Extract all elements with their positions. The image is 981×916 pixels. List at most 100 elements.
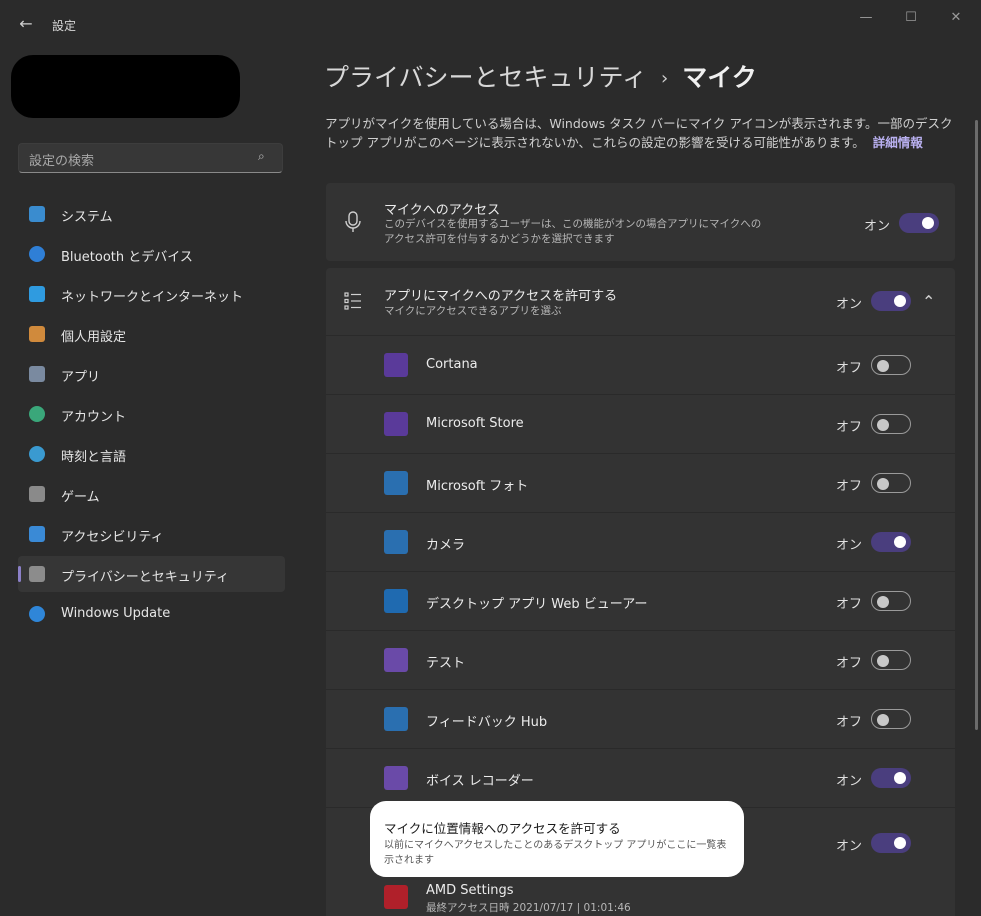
apps-icon xyxy=(29,366,45,382)
sidebar-item-system[interactable]: システム xyxy=(18,196,285,232)
app-name: Microsoft Store xyxy=(426,416,524,431)
sidebar-nav: システム Bluetooth とデバイスネットワークとインターネット 個人用設定アプ… xyxy=(18,196,285,636)
desktop-access-title: マイクに位置情報へのアクセスを許可する xyxy=(384,821,621,836)
sidebar-item-label: アプリ xyxy=(61,370,101,385)
app-access-header-row[interactable]: アプリにマイクへのアクセスを許可する マイクにアクセスできるアプリを選ぶ オン … xyxy=(326,268,955,336)
sidebar-item-label: ネットワークとインターネット xyxy=(61,290,244,305)
test-icon xyxy=(384,648,408,672)
sidebar-item-label: 個人用設定 xyxy=(61,330,127,345)
bluetooth-icon xyxy=(29,246,45,262)
feedback-hub-icon xyxy=(384,707,408,731)
app-name: Microsoft フォト xyxy=(426,479,529,494)
breadcrumb: プライバシーとセキュリティ › マイク xyxy=(324,58,757,94)
app-row: テスト オフ xyxy=(326,630,955,690)
paintbrush-icon xyxy=(29,326,45,342)
app-toggle[interactable] xyxy=(871,591,911,611)
windows-update-icon xyxy=(29,606,45,622)
sidebar-item-account[interactable]: アカウント xyxy=(18,396,285,432)
sidebar-item-label: アクセシビリティ xyxy=(61,530,164,545)
cortana-icon xyxy=(384,353,408,377)
selection-indicator xyxy=(18,566,21,582)
sidebar-item-gamepad[interactable]: ゲーム xyxy=(18,476,285,512)
search-input[interactable]: 設定の検索 ⌕ xyxy=(18,143,283,173)
amd-settings-row: AMD Settings 最終アクセス日時 2021/07/17 | 01:01… xyxy=(326,877,955,916)
close-icon[interactable]: ✕ xyxy=(941,8,971,28)
title-bar: ← 設定 — ☐ ✕ xyxy=(0,0,981,46)
sidebar-item-label: アカウント xyxy=(61,410,127,425)
app-toggle[interactable] xyxy=(871,768,911,788)
app-row: デスクトップ アプリ Web ビューアー オフ xyxy=(326,571,955,631)
app-row: フィードバック Hub オフ xyxy=(326,689,955,749)
sidebar-item-bluetooth[interactable]: Bluetooth とデバイス xyxy=(18,236,285,272)
app-access-subtitle: マイクにアクセスできるアプリを選ぶ xyxy=(384,305,562,317)
page-title: マイク xyxy=(682,63,757,92)
sidebar-item-globe-clock[interactable]: 時刻と言語 xyxy=(18,436,285,472)
search-icon[interactable]: ⌕ xyxy=(258,149,274,165)
mic-access-toggle[interactable] xyxy=(899,213,939,233)
amd-app-name: AMD Settings xyxy=(426,883,514,898)
sidebar-item-windows-update[interactable]: Windows Update xyxy=(18,596,285,632)
breadcrumb-parent[interactable]: プライバシーとセキュリティ xyxy=(324,63,647,92)
breadcrumb-separator: › xyxy=(661,68,669,89)
sidebar-item-apps[interactable]: アプリ xyxy=(18,356,285,392)
app-toggle[interactable] xyxy=(871,532,911,552)
sidebar-item-label: 時刻と言語 xyxy=(61,450,127,465)
description-text: アプリがマイクを使用している場合は、Windows タスク バーにマイク アイコ… xyxy=(325,116,953,150)
app-row: Microsoft フォト オフ xyxy=(326,453,955,513)
mic-access-title: マイクへのアクセス xyxy=(384,203,501,218)
sidebar-item-wifi[interactable]: ネットワークとインターネット xyxy=(18,276,285,312)
app-row: ボイス レコーダー オン xyxy=(326,748,955,808)
app-row: Cortana オフ xyxy=(326,335,955,395)
web-viewer-icon xyxy=(384,589,408,613)
camera-icon xyxy=(384,530,408,554)
app-row: Microsoft Store オフ xyxy=(326,394,955,454)
mic-access-state: オン xyxy=(864,219,891,234)
app-toggle[interactable] xyxy=(871,709,911,729)
sidebar-item-label: システム xyxy=(61,210,113,225)
sidebar-item-label: Windows Update xyxy=(61,606,171,621)
amd-last-access: 最終アクセス日時 2021/07/17 | 01:01:46 xyxy=(426,902,631,914)
app-state: オフ xyxy=(836,715,863,730)
app-access-card: アプリにマイクへのアクセスを許可する マイクにアクセスできるアプリを選ぶ オン … xyxy=(326,268,955,877)
app-access-toggle[interactable] xyxy=(871,291,911,311)
globe-clock-icon xyxy=(29,446,45,462)
accessibility-icon xyxy=(29,526,45,542)
app-access-title: アプリにマイクへのアクセスを許可する xyxy=(384,289,618,304)
sidebar-item-label: プライバシーとセキュリティ xyxy=(61,570,229,585)
app-name: ボイス レコーダー xyxy=(426,774,534,789)
maximize-icon[interactable]: ☐ xyxy=(896,8,926,28)
list-icon xyxy=(344,292,361,310)
app-state: オフ xyxy=(836,420,863,435)
amd-icon xyxy=(384,885,408,909)
app-toggle[interactable] xyxy=(871,650,911,670)
scrollbar[interactable] xyxy=(975,120,978,730)
chevron-up-icon[interactable]: ⌃ xyxy=(922,292,935,311)
sidebar-item-shield[interactable]: プライバシーとセキュリティ xyxy=(18,556,285,592)
sidebar-item-paintbrush[interactable]: 個人用設定 xyxy=(18,316,285,352)
app-state: オフ xyxy=(836,597,863,612)
mic-access-subtitle: このデバイスを使用するユーザーは、この機能がオンの場合アプリにマイクへのアクセス… xyxy=(384,218,762,245)
minimize-icon[interactable]: — xyxy=(851,8,881,28)
voice-recorder-icon xyxy=(384,766,408,790)
learn-more-link[interactable]: 詳細情報 xyxy=(873,135,923,150)
app-toggle[interactable] xyxy=(871,355,911,375)
sidebar-item-accessibility[interactable]: アクセシビリティ xyxy=(18,516,285,552)
app-toggle[interactable] xyxy=(871,473,911,493)
store-icon xyxy=(384,412,408,436)
desktop-access-toggle[interactable] xyxy=(871,833,911,853)
microphone-icon xyxy=(345,211,361,232)
app-title: 設定 xyxy=(52,19,77,33)
shield-icon xyxy=(29,566,45,582)
app-state: オフ xyxy=(836,656,863,671)
app-state: オフ xyxy=(836,479,863,494)
back-arrow-icon[interactable]: ← xyxy=(16,14,36,34)
gamepad-icon xyxy=(29,486,45,502)
wifi-icon xyxy=(29,286,45,302)
app-access-state: オン xyxy=(836,297,863,312)
desktop-access-state: オン xyxy=(836,839,863,854)
app-state: オフ xyxy=(836,361,863,376)
app-name: カメラ xyxy=(426,538,466,553)
photos-icon xyxy=(384,471,408,495)
sidebar-item-label: Bluetooth とデバイス xyxy=(61,250,193,265)
app-toggle[interactable] xyxy=(871,414,911,434)
